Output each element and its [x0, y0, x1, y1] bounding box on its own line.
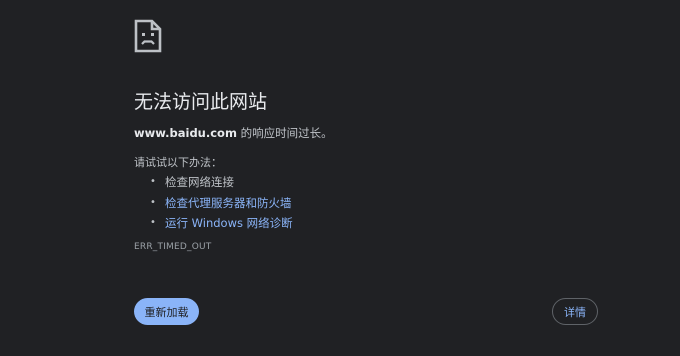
error-page: 无法访问此网站 www.baidu.com 的响应时间过长。 请试试以下办法： … [0, 0, 680, 356]
suggestion-check-proxy-firewall[interactable]: • 检查代理服务器和防火墙 [150, 193, 293, 214]
bullet-icon: • [150, 196, 156, 208]
error-code: ERR_TIMED_OUT [134, 242, 212, 252]
bullet-icon: • [150, 176, 156, 187]
suggestion-run-diagnostics[interactable]: • 运行 Windows 网络诊断 [150, 213, 293, 234]
suggestion-check-connection: • 检查网络连接 [150, 172, 293, 193]
bullet-icon: • [150, 217, 156, 228]
suggestions-list: • 检查网络连接 • 检查代理服务器和防火墙 • 运行 Windows 网络诊断 [150, 172, 293, 234]
details-button[interactable]: 详情 [552, 298, 598, 325]
suggestion-label: 检查网络连接 [165, 175, 234, 189]
site-domain: www.baidu.com [134, 126, 237, 140]
error-message: 的响应时间过长。 [236, 126, 333, 140]
sad-page-icon [134, 19, 162, 53]
reload-button[interactable]: 重新加载 [134, 298, 199, 325]
page-title: 无法访问此网站 [134, 91, 268, 113]
suggestion-link[interactable]: 运行 Windows 网络诊断 [165, 216, 293, 230]
suggestions-heading: 请试试以下办法： [134, 156, 222, 169]
suggestion-link[interactable]: 检查代理服务器和防火墙 [165, 196, 292, 210]
error-summary: www.baidu.com 的响应时间过长。 [134, 124, 333, 142]
